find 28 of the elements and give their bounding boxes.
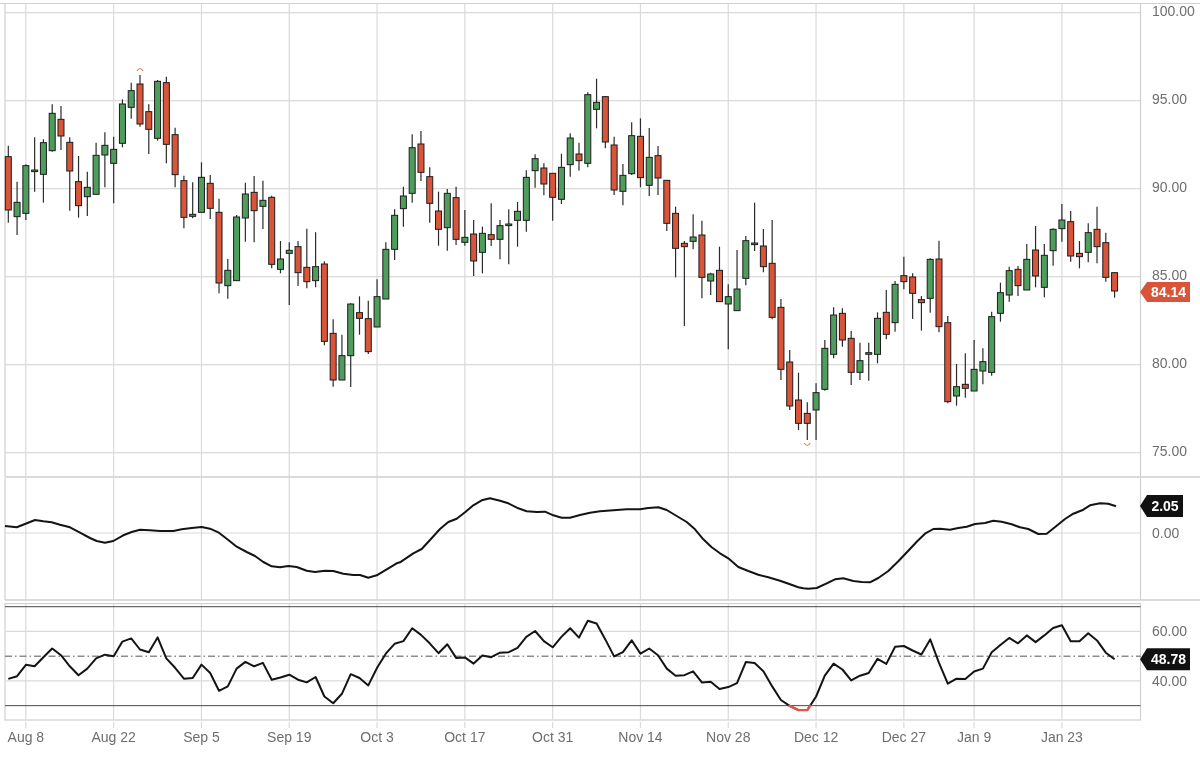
y-axis-label: 60.00 [1152,623,1188,640]
y-axis-label: 0.00 [1152,525,1180,541]
indicator-value-tag: 2.05 [1140,495,1183,517]
y-axis-label: 40.00 [1152,672,1188,689]
x-axis-label: Oct 17 [444,729,486,745]
x-axis-label: Sep 19 [267,729,312,745]
x-axis-label: Aug 8 [7,729,45,745]
last-price-tag: 84.14 [1140,282,1190,302]
x-axis-label: Oct 31 [532,729,574,745]
x-axis-label: Nov 28 [706,729,751,745]
x-axis-label: Sep 5 [183,729,220,745]
arc-marker-icon [803,442,811,447]
oscillator-value-tag: 48.78 [1140,648,1190,671]
x-axis-label: Jan 23 [1040,729,1083,745]
y-axis-label: 95.00 [1152,90,1188,107]
x-axis-label: Jan 9 [956,729,992,745]
x-axis-label: Dec 27 [881,729,927,745]
y-axis-label: 85.00 [1152,266,1188,283]
x-axis-label: Oct 3 [360,729,394,745]
x-axis-label: Dec 12 [793,729,839,745]
y-axis-label: 75.00 [1152,442,1188,459]
y-axis-label: 90.00 [1152,178,1188,195]
y-axis-label: 80.00 [1152,354,1188,371]
y-axis-label: 100.00 [1152,2,1195,19]
arc-marker-icon [136,67,144,72]
x-axis-label: Nov 14 [618,729,663,745]
oversold-segment [788,704,812,712]
x-axis-label: Aug 22 [91,729,136,745]
